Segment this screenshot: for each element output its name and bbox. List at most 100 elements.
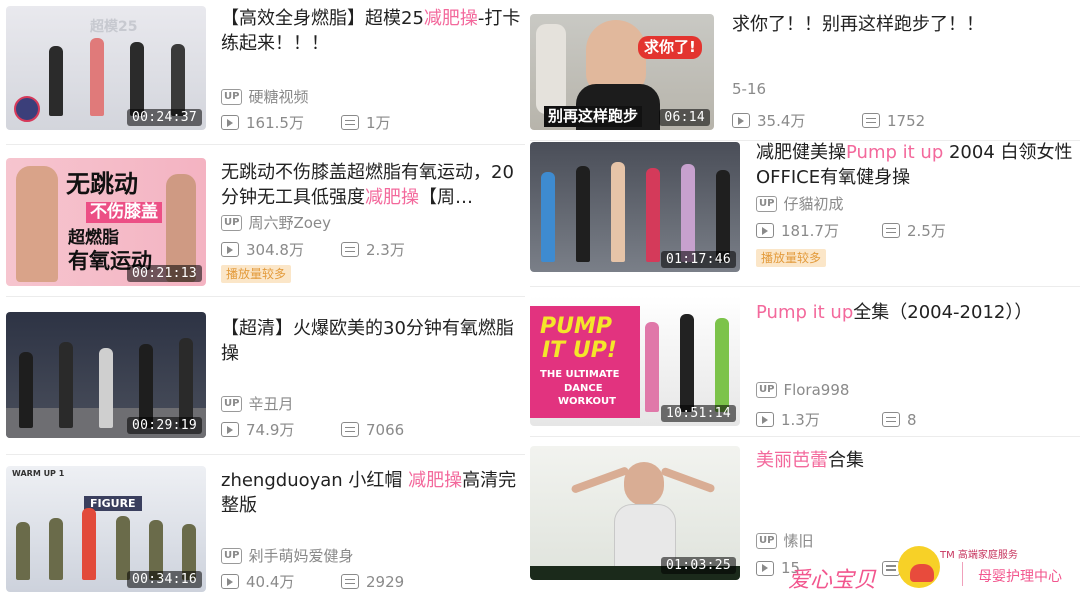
dancers-figures xyxy=(6,338,206,428)
danmaku-stat: 8 xyxy=(882,411,917,429)
video-title[interactable]: 【高效全身燃脂】超模25减肥操-打卡练起来！！！ xyxy=(221,6,521,56)
duration-label: 00:24:37 xyxy=(126,109,202,126)
dancers-figures xyxy=(36,38,198,116)
views-stat: 1.3万 xyxy=(756,409,882,430)
video-title[interactable]: 求你了！！别再这样跑步了！！ xyxy=(732,12,1072,37)
uploader-name: 周六野Zoey xyxy=(248,214,332,232)
thumb-line: IT UP! xyxy=(542,338,617,363)
watermark-divider xyxy=(962,562,963,586)
uploader-name: 辛丑月 xyxy=(248,395,294,413)
divider xyxy=(530,436,1080,437)
video-title[interactable]: 美丽芭蕾合集 xyxy=(756,448,1076,473)
video-card-5[interactable]: 求你了! 别再这样跑步 06:14 求你了！！别再这样跑步了！！ 5-16 35… xyxy=(527,0,1080,142)
video-card-3[interactable]: 00:29:19 【超清】火爆欧美的30分钟有氧燃脂操 UP 辛丑月 74.9万… xyxy=(0,298,525,458)
danmaku-icon xyxy=(341,242,359,257)
views-stat: 161.5万 xyxy=(221,112,341,133)
play-count-icon xyxy=(756,560,774,576)
video-thumbnail[interactable]: 01:17:46 xyxy=(530,142,740,272)
danmaku-stat: 2.3万 xyxy=(341,239,405,260)
danmaku-icon xyxy=(341,115,359,130)
figure-left xyxy=(16,166,58,282)
up-icon: UP xyxy=(221,395,243,412)
uploader-name: Flora998 xyxy=(783,381,850,399)
video-thumbnail[interactable]: 01:03:25 xyxy=(530,446,740,580)
duration-label: 00:34:16 xyxy=(126,571,202,588)
duration-label: 01:17:46 xyxy=(660,251,736,268)
stats-row: 74.9万 7066 xyxy=(221,419,404,440)
ballerina-arm xyxy=(570,465,630,495)
video-card-7[interactable]: PUMP IT UP! THE ULTIMATE DANCE WORKOUT 1… xyxy=(527,288,1080,438)
views-stat: 40.4万 xyxy=(221,571,341,592)
danmaku-stat: 2929 xyxy=(341,573,404,591)
video-thumbnail[interactable]: 无跳动 不伤膝盖 超燃脂 有氧运动 00:21:13 xyxy=(6,158,206,286)
views-stat: 74.9万 xyxy=(221,419,341,440)
thumb-bubble: 求你了! xyxy=(638,36,702,59)
skeleton-illustration xyxy=(536,24,566,114)
stats-row: 181.7万 2.5万 xyxy=(756,220,946,241)
danmaku-icon xyxy=(882,412,900,427)
video-title[interactable]: 【超清】火爆欧美的30分钟有氧燃脂操 xyxy=(221,316,516,366)
thumb-line: 不伤膝盖 xyxy=(86,202,162,223)
dancers-figures xyxy=(634,314,740,412)
play-count-icon xyxy=(221,574,239,589)
watermark-logo-icon xyxy=(898,546,940,588)
stats-row: 40.4万 2929 xyxy=(221,571,404,592)
ballerina-arm xyxy=(660,466,716,494)
watermark-tm-text: TM 高端家庭服务 xyxy=(940,550,1018,561)
stats-row: 161.5万 1万 xyxy=(221,112,391,133)
ballerina-head xyxy=(624,462,664,506)
duration-label: 06:14 xyxy=(659,109,710,126)
watermark-left-text: 爱心宝贝 xyxy=(788,568,877,593)
thumb-caption: 别再这样跑步 xyxy=(544,106,643,127)
danmaku-icon xyxy=(862,113,880,128)
dancers-figures xyxy=(530,162,740,262)
uploader-row[interactable]: UP 硬糖视频 xyxy=(221,86,308,107)
duration-label: 00:29:19 xyxy=(126,417,202,434)
views-stat: 35.4万 xyxy=(732,110,862,131)
video-thumbnail[interactable]: PUMP IT UP! THE ULTIMATE DANCE WORKOUT 1… xyxy=(530,296,740,426)
video-card-2[interactable]: 无跳动 不伤膝盖 超燃脂 有氧运动 00:21:13 无跳动不伤膝盖超燃脂有氧运… xyxy=(0,150,525,298)
play-count-icon xyxy=(221,242,239,257)
hot-tag: 播放量较多 xyxy=(221,265,292,283)
publish-date: 5-16 xyxy=(732,80,767,98)
danmaku-icon xyxy=(341,422,359,437)
video-thumbnail[interactable]: WARM UP 1 FIGURE 00:34:16 xyxy=(6,466,206,592)
duration-label: 10:51:14 xyxy=(660,405,736,422)
uploader-name: 硬糖视频 xyxy=(248,88,309,106)
video-card-1[interactable]: 超模25 00:24:37 【高效全身燃脂】超模25减肥操-打卡练起来！！！ U… xyxy=(0,0,525,150)
stats-row: 35.4万 1752 xyxy=(732,110,925,131)
video-title[interactable]: 减肥健美操Pump it up 2004 白领女性OFFICE有氧健身操 xyxy=(756,140,1076,190)
uploader-row[interactable]: UP 仔貓初成 xyxy=(756,193,843,214)
up-icon: UP xyxy=(756,532,778,549)
video-title[interactable]: 无跳动不伤膝盖超燃脂有氧运动，20分钟无工具低强度减肥操【周… xyxy=(221,160,516,210)
uploader-row[interactable]: UP 剁手萌妈爱健身 xyxy=(221,545,353,566)
presenter-face xyxy=(586,20,646,94)
video-thumbnail[interactable]: 超模25 00:24:37 xyxy=(6,6,206,130)
watermark: 爱心宝贝 TM 高端家庭服务 母婴护理中心 xyxy=(788,540,1080,596)
video-thumbnail[interactable]: 00:29:19 xyxy=(6,312,206,438)
video-title[interactable]: Pump it up全集（2004-2012）） xyxy=(756,300,1076,325)
video-card-4[interactable]: WARM UP 1 FIGURE 00:34:16 zhengduoyan 小红… xyxy=(0,458,525,596)
dancers-figures xyxy=(6,508,206,580)
uploader-row[interactable]: UP 周六野Zoey xyxy=(221,212,331,233)
divider xyxy=(6,296,525,297)
uploader-row[interactable]: UP Flora998 xyxy=(756,381,849,399)
thumb-line: DANCE xyxy=(564,383,603,394)
uploader-name: 仔貓初成 xyxy=(783,195,844,213)
uploader-name: 剁手萌妈爱健身 xyxy=(248,547,354,565)
up-icon: UP xyxy=(221,88,243,105)
thumb-line: 超燃脂 xyxy=(68,228,119,248)
up-icon: UP xyxy=(756,382,778,398)
thumb-line: WORKOUT xyxy=(558,396,616,407)
views-stat: 304.8万 xyxy=(221,239,341,260)
video-thumbnail[interactable]: 求你了! 别再这样跑步 06:14 xyxy=(530,14,714,130)
video-card-6[interactable]: 01:17:46 减肥健美操Pump it up 2004 白领女性OFFICE… xyxy=(527,142,1080,288)
danmaku-icon xyxy=(882,223,900,238)
play-count-icon xyxy=(756,412,774,427)
up-icon: UP xyxy=(221,214,243,231)
video-title[interactable]: zhengduoyan 小红帽 减肥操高清完整版 xyxy=(221,468,521,518)
stats-row: 1.3万 8 xyxy=(756,409,917,430)
thumb-line: PUMP xyxy=(540,314,613,339)
uploader-row[interactable]: UP 辛丑月 xyxy=(221,393,293,414)
duration-label: 00:21:13 xyxy=(126,265,202,282)
